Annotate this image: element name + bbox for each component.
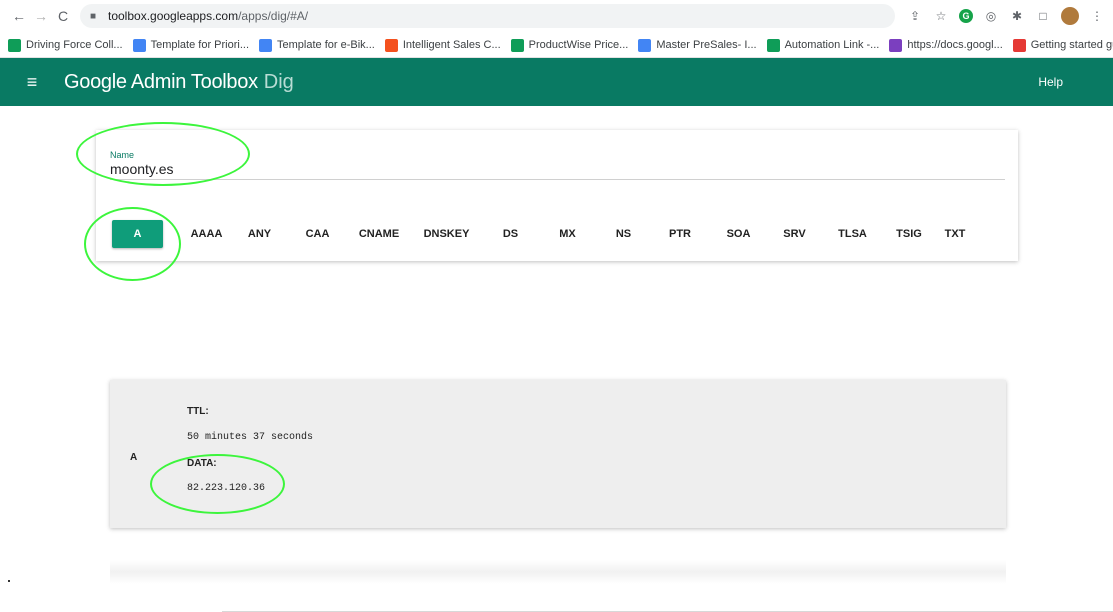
bookmark-item[interactable]: ProductWise Price... (510, 38, 629, 52)
ttl-value: 50 minutes 37 seconds (187, 432, 314, 443)
record-type-button-aaaa[interactable]: AAAA (181, 220, 232, 248)
app-subtitle: Dig (263, 70, 294, 93)
sidepanel-icon[interactable]: □ (1035, 8, 1051, 24)
data-label: DATA: (187, 458, 217, 469)
bookmark-item[interactable]: Intelligent Sales C... (384, 38, 501, 52)
record-type-button-cname[interactable]: CNAME (348, 220, 410, 248)
extension-icon[interactable]: ◎ (983, 8, 999, 24)
bookmark-icon (384, 38, 398, 52)
data-value: 82.223.120.36 (187, 483, 266, 494)
bookmark-label: Template for Priori... (150, 39, 249, 51)
grammarly-extension-icon[interactable]: G (959, 9, 973, 23)
bookmark-icon (259, 38, 272, 52)
forward-icon[interactable]: → (30, 8, 52, 24)
result-card: A TTL: 50 minutes 37 seconds DATA: 82.22… (110, 380, 1006, 528)
bookmark-icon (766, 38, 780, 52)
bookmarks-bar: Driving Force Coll... Template for Priori… (0, 32, 1113, 58)
result-record-type: A (130, 452, 138, 463)
record-type-button-ptr[interactable]: PTR (650, 220, 710, 248)
bookmark-item[interactable]: Master PreSales- I... (638, 38, 757, 52)
menu-dots-icon[interactable]: ⋮ (1089, 8, 1105, 24)
bookmark-item[interactable]: Template for Priori... (132, 38, 249, 52)
bookmark-item[interactable]: https://docs.googl... (889, 38, 1003, 52)
record-type-button-srv[interactable]: SRV (767, 220, 822, 248)
record-type-button-any[interactable]: ANY (232, 220, 287, 248)
bookmark-icon (510, 38, 524, 52)
bookmark-icon (1012, 38, 1026, 52)
bookmark-icon (638, 38, 652, 52)
hamburger-menu-icon[interactable]: ≡ (0, 72, 64, 93)
record-type-button-ds[interactable]: DS (483, 220, 538, 248)
query-card: Name moonty.es A AAAA ANY CAA CNAME DNSKEY DS M… (96, 130, 1018, 261)
record-type-button-tsig[interactable]: TSIG (883, 220, 935, 248)
bookmark-label: Getting started gu... (1030, 39, 1113, 51)
reload-icon[interactable]: C (52, 8, 74, 24)
record-type-button-dnskey[interactable]: DNSKEY (410, 220, 483, 248)
bookmark-icon (889, 38, 903, 52)
record-type-button-tlsa[interactable]: TLSA (822, 220, 883, 248)
record-type-button-ns[interactable]: NS (597, 220, 650, 248)
bookmark-item[interactable]: Driving Force Coll... (8, 38, 123, 52)
ttl-label: TTL: (187, 406, 209, 417)
bookmark-label: Driving Force Coll... (26, 39, 123, 51)
record-type-button-a[interactable]: A (112, 220, 163, 248)
profile-avatar[interactable] (1061, 7, 1079, 25)
cursor-dot (8, 580, 10, 582)
url-path: /apps/dig/#A/ (238, 9, 309, 23)
record-type-button-soa[interactable]: SOA (710, 220, 767, 248)
bookmark-label: https://docs.googl... (907, 39, 1003, 51)
bookmark-item[interactable]: Template for e-Bik... (259, 38, 375, 52)
bookmark-label: Master PreSales- I... (656, 39, 757, 51)
puzzle-icon[interactable]: ✱ (1009, 8, 1025, 24)
bookmark-item[interactable]: Automation Link -... (766, 38, 880, 52)
lock-icon: ■ (90, 10, 97, 22)
help-link[interactable]: Help (1038, 75, 1063, 89)
record-type-button-mx[interactable]: MX (538, 220, 597, 248)
toolbar-icons: ⇪ ☆ G ◎ ✱ □ ⋮ (907, 7, 1105, 25)
back-icon[interactable]: ← (8, 8, 30, 24)
bookmark-icon (132, 38, 146, 52)
record-type-buttons: A AAAA ANY CAA CNAME DNSKEY DS MX NS PTR SOA SRV TLS… (112, 220, 975, 248)
bookmark-icon (8, 38, 21, 52)
star-icon[interactable]: ☆ (933, 8, 949, 24)
url-host: toolbox.googleapps.com (108, 9, 239, 23)
browser-chrome: ← → C ■ toolbox.googleapps.com /apps/dig… (0, 0, 1113, 58)
bookmark-label: Template for e-Bik... (277, 39, 375, 51)
name-field-label: Name (110, 150, 135, 160)
address-bar[interactable]: ■ toolbox.googleapps.com /apps/dig/#A/ (80, 4, 895, 28)
name-input[interactable]: moonty.es (110, 161, 174, 177)
bookmark-item[interactable]: Getting started gu... (1012, 38, 1113, 52)
share-icon[interactable]: ⇪ (907, 8, 923, 24)
record-type-button-txt[interactable]: TXT (935, 220, 975, 248)
record-type-button-caa[interactable]: CAA (287, 220, 348, 248)
app-bar: ≡ Google Admin Toolbox Dig Help (0, 58, 1113, 106)
url-row: ← → C ■ toolbox.googleapps.com /apps/dig… (0, 0, 1113, 32)
bookmark-label: Automation Link -... (784, 39, 880, 51)
name-input-underline (110, 179, 1005, 180)
bookmark-label: ProductWise Price... (528, 39, 629, 51)
lower-card-shadow (110, 560, 1006, 584)
app-title: Google Admin Toolbox (64, 70, 258, 93)
bookmark-label: Intelligent Sales C... (402, 39, 501, 51)
